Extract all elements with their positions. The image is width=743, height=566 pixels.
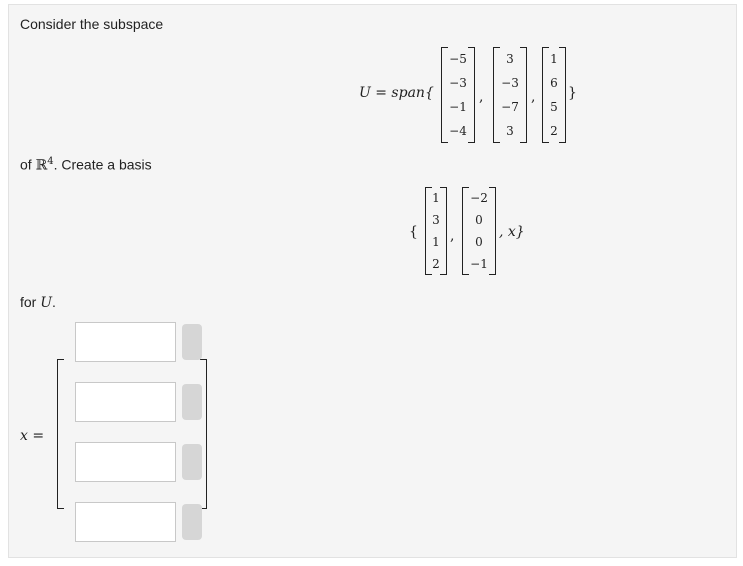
comma: ,: [531, 89, 536, 105]
matrix-cell: 0: [475, 213, 483, 227]
basis-vector-1: 1 3 1 2: [425, 187, 447, 275]
matrix-cell: 2: [550, 124, 558, 138]
for-u-text: for U.: [20, 294, 56, 311]
answer-input-3[interactable]: [75, 442, 176, 482]
span-vector-3: 1 6 5 2: [542, 47, 566, 143]
of-r4-text: of ℝ4. Create a basis: [20, 156, 152, 174]
u-span-label: U = span{: [359, 85, 434, 101]
matrix-cell: 1: [432, 191, 440, 205]
matrix-cell: 3: [506, 124, 514, 138]
matrix-cell: −7: [501, 100, 519, 114]
basis-x-close: , x}: [499, 224, 525, 240]
matrix-cell: 6: [550, 76, 558, 90]
intro-text: Consider the subspace: [20, 16, 164, 32]
matrix-cell: 3: [432, 213, 440, 227]
comma: ,: [479, 89, 484, 105]
matrix-cell: −3: [501, 76, 519, 90]
u-variable: U: [40, 295, 53, 311]
answer-input-1[interactable]: [75, 322, 176, 362]
span-vector-1: −5 −3 −1 −4: [441, 47, 475, 143]
span-close-brace: }: [568, 85, 577, 101]
for-prefix: for: [20, 294, 41, 310]
basis-vector-2: −2 0 0 −1: [462, 187, 496, 275]
matrix-cell: −1: [449, 100, 467, 114]
basis-open-brace: {: [409, 224, 418, 240]
matrix-cell: 0: [475, 235, 483, 249]
r-symbol: ℝ: [35, 157, 48, 174]
answer-helper-1-button[interactable]: [182, 324, 202, 360]
matrix-cell: −4: [449, 124, 467, 138]
answer-input-4[interactable]: [75, 502, 176, 542]
answer-helper-3-button[interactable]: [182, 444, 202, 480]
matrix-cell: 3: [506, 52, 514, 66]
for-suffix: .: [52, 294, 56, 310]
span-vector-2: 3 −3 −7 3: [493, 47, 527, 143]
matrix-cell: 2: [432, 257, 440, 271]
matrix-cell: −5: [449, 52, 467, 66]
matrix-cell: 1: [432, 235, 440, 249]
of-prefix: of: [20, 156, 36, 173]
question-panel: Consider the subspace U = span{ −5 −3 −1…: [8, 4, 737, 558]
answer-input-2[interactable]: [75, 382, 176, 422]
create-basis-text: . Create a basis: [53, 156, 152, 173]
matrix-cell: −1: [470, 257, 488, 271]
answer-helper-4-button[interactable]: [182, 504, 202, 540]
comma: ,: [450, 228, 455, 244]
matrix-cell: 5: [550, 100, 558, 114]
matrix-cell: 1: [550, 52, 558, 66]
answer-left-bracket: [57, 359, 64, 509]
answer-helper-2-button[interactable]: [182, 384, 202, 420]
matrix-cell: −2: [470, 191, 488, 205]
answer-right-bracket: [200, 359, 207, 509]
x-equals-label: x =: [20, 428, 45, 444]
matrix-cell: −3: [449, 76, 467, 90]
